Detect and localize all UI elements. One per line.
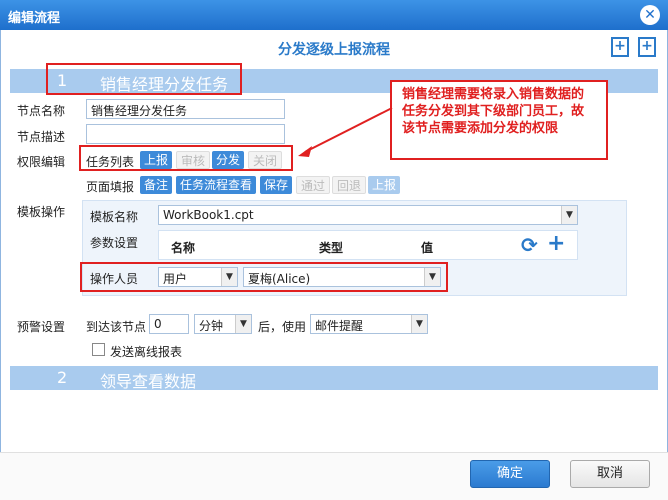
dialog-footer: [0, 452, 668, 500]
callout-arrow: [298, 107, 393, 157]
cancel-button[interactable]: 取消: [570, 460, 650, 488]
ok-button[interactable]: 确定: [470, 460, 550, 488]
